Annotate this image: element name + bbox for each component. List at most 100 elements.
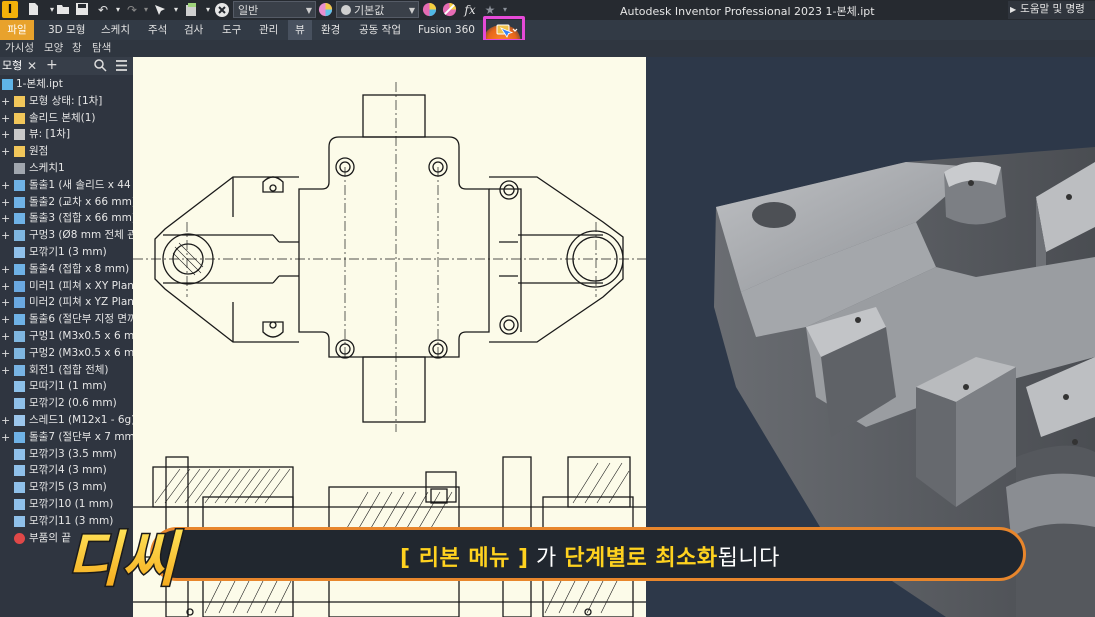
browser-item-label: 회전1 (접합 전체) <box>29 363 109 376</box>
update-icon[interactable] <box>184 2 200 18</box>
expand-icon[interactable]: + <box>1 328 10 345</box>
expand-icon[interactable]: + <box>1 227 10 244</box>
expand-icon[interactable]: + <box>1 93 10 110</box>
browser-item[interactable]: + 구멍3 (Ø8 mm 전체 관 <box>0 227 133 244</box>
fillet-icon <box>14 499 25 510</box>
new-file-icon[interactable] <box>26 2 42 18</box>
browser-item[interactable]: + 원점 <box>0 143 133 160</box>
expand-icon[interactable]: + <box>1 311 10 328</box>
browser-item[interactable]: + 돌출6 (절단부 지정 면까 <box>0 311 133 328</box>
tab-view[interactable]: 뷰 <box>288 20 312 40</box>
folder-icon <box>14 95 25 107</box>
fillet-icon <box>14 482 25 494</box>
browser-item[interactable]: 모깎기4 (3 mm) <box>0 462 133 479</box>
open-folder-icon[interactable] <box>56 2 72 18</box>
expand-icon[interactable]: + <box>1 126 10 143</box>
expand-icon[interactable]: + <box>1 362 10 379</box>
browser-item-label: 모깎기10 (1 mm) <box>29 498 114 510</box>
browser-item[interactable]: 모따기1 (1 mm) <box>0 378 133 395</box>
material-icon[interactable] <box>214 2 230 18</box>
tab-inspect[interactable]: 검사 <box>184 20 203 40</box>
browser-item-label: 모깎기3 (3.5 mm) <box>29 447 117 460</box>
panel-appearance[interactable]: 모양 <box>44 40 63 57</box>
ribbon-panel-bar <box>0 40 1095 57</box>
browser-item[interactable]: 모깎기10 (1 mm) <box>0 496 133 513</box>
expand-icon[interactable]: + <box>1 110 10 127</box>
browser-item[interactable]: + 모형 상태: [1차] <box>0 93 133 110</box>
tab-collaborate[interactable]: 공동 작업 <box>359 20 401 40</box>
expand-icon[interactable]: + <box>1 345 10 362</box>
caption-ending: 됩니다 <box>717 546 780 571</box>
menu-icon[interactable] <box>115 59 128 75</box>
extrude-icon <box>14 431 25 443</box>
browser-item[interactable]: + 스레드1 (M12x1 - 6g) <box>0 412 133 429</box>
expand-icon[interactable]: + <box>1 143 10 160</box>
browser-item[interactable]: 1-본체.ipt <box>0 76 133 93</box>
browser-item[interactable]: 모깎기3 (3.5 mm) <box>0 446 133 463</box>
expand-icon[interactable]: + <box>1 261 10 278</box>
expand-icon[interactable]: + <box>1 210 10 227</box>
tab-annotate[interactable]: 주석 <box>148 20 167 40</box>
sketch-icon <box>14 163 25 174</box>
browser-item[interactable]: + 회전1 (접합 전체) <box>0 362 133 379</box>
select-dropdown-icon[interactable]: ▾ <box>168 2 184 18</box>
parameters-fx-icon[interactable]: fx <box>462 2 478 18</box>
material-dropdown[interactable]: 일반 ▼ <box>233 1 316 18</box>
browser-item[interactable]: 스케치1 <box>0 160 133 177</box>
appearance-dropdown[interactable]: 기본값 ▼ <box>336 1 419 18</box>
inventor-app-icon[interactable]: I <box>2 1 18 18</box>
browser-item[interactable]: + 돌출1 (새 솔리드 x 44 m <box>0 177 133 194</box>
adjust-appearance-icon[interactable] <box>422 2 438 18</box>
tab-environments[interactable]: 환경 <box>321 20 340 40</box>
tab-fusion-360[interactable]: Fusion 360 <box>418 20 475 40</box>
color-wheel-icon[interactable] <box>318 2 334 18</box>
expand-icon[interactable]: + <box>1 294 10 311</box>
close-icon[interactable]: ✕ <box>27 58 37 74</box>
browser-item[interactable]: + 구멍2 (M3x0.5 x 6 mm <box>0 345 133 362</box>
browser-item[interactable]: + 돌출3 (접합 x 66 mm) <box>0 210 133 227</box>
expand-icon[interactable]: + <box>1 412 10 429</box>
browser-item[interactable]: + 구멍1 (M3x0.5 x 6 mm <box>0 328 133 345</box>
fillet-icon <box>14 465 25 477</box>
browser-item-label: 돌출2 (교차 x 66 mm) <box>29 195 133 208</box>
browser-item[interactable]: 모깎기1 (3 mm) <box>0 244 133 261</box>
tab-3d-model[interactable]: 3D 모형 <box>48 20 85 40</box>
browser-item[interactable]: + 돌출4 (접합 x 8 mm) <box>0 261 133 278</box>
add-tab-icon[interactable]: + <box>46 57 58 74</box>
browser-item[interactable]: + 돌출2 (교차 x 66 mm) <box>0 194 133 211</box>
select-filter-icon[interactable] <box>153 2 169 18</box>
caption-ribbon-menu: [ 리본 메뉴 ] <box>400 546 529 571</box>
undo-icon[interactable]: ↶ <box>95 2 111 18</box>
browser-item[interactable]: + 미러1 (피쳐 x XY Plan <box>0 278 133 295</box>
browser-item-label: 돌출3 (접합 x 66 mm) <box>29 212 133 225</box>
hole-icon <box>14 347 25 359</box>
tab-file[interactable]: 파일 <box>0 20 34 40</box>
panel-navigate[interactable]: 탐색 <box>92 40 111 57</box>
expand-icon[interactable]: + <box>1 194 10 211</box>
tab-tools[interactable]: 도구 <box>222 20 241 40</box>
redo-dropdown-icon[interactable]: ▾ <box>138 2 154 18</box>
browser-item-label: 원점 <box>29 145 49 158</box>
search-icon[interactable] <box>94 59 107 75</box>
browser-item-label: 미러1 (피쳐 x XY Plan <box>29 279 133 292</box>
browser-item[interactable]: 모깎기2 (0.6 mm) <box>0 395 133 412</box>
browser-item[interactable]: + 뷰: [1차] <box>0 126 133 143</box>
save-icon[interactable] <box>75 2 91 18</box>
clear-appearance-icon[interactable] <box>442 2 458 18</box>
help-search[interactable]: ▶ 도움말 및 명령 <box>1008 1 1095 19</box>
browser-item-label: 돌출4 (접합 x 8 mm) <box>29 262 130 275</box>
browser-item-label: 돌출1 (새 솔리드 x 44 m <box>29 178 133 191</box>
tab-sketch[interactable]: 스케치 <box>101 20 130 40</box>
browser-item[interactable]: + 돌출7 (절단부 x 7 mm) <box>0 429 133 446</box>
browser-item[interactable]: 모깎기5 (3 mm) <box>0 479 133 496</box>
panel-windows[interactable]: 창 <box>72 40 82 57</box>
extrude-icon <box>14 314 25 326</box>
panel-visibility[interactable]: 가시성 <box>5 40 34 57</box>
browser-item[interactable]: + 솔리드 본체(1) <box>0 110 133 127</box>
expand-icon[interactable]: + <box>1 429 10 446</box>
fillet-icon <box>14 515 25 527</box>
tab-manage[interactable]: 관리 <box>259 20 278 40</box>
browser-item[interactable]: + 미러2 (피쳐 x YZ Plane <box>0 294 133 311</box>
expand-icon[interactable]: + <box>1 177 10 194</box>
expand-icon[interactable]: + <box>1 278 10 295</box>
